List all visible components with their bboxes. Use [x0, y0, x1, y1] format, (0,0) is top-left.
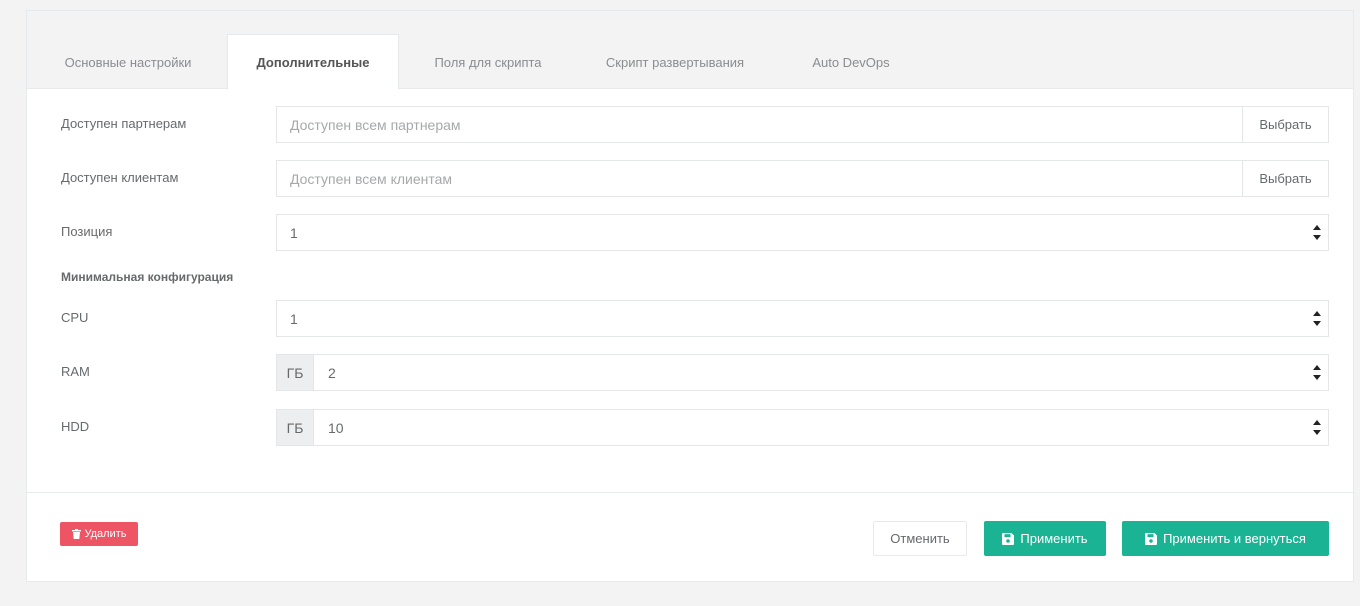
- hdd-label: HDD: [61, 419, 90, 434]
- clients-field[interactable]: Доступен всем клиентам Выбрать: [276, 160, 1329, 197]
- position-input[interactable]: 1: [276, 214, 1329, 251]
- clients-select-button[interactable]: Выбрать: [1242, 161, 1328, 196]
- partners-placeholder: Доступен всем партнерам: [290, 116, 461, 133]
- ram-unit: ГБ: [277, 355, 314, 390]
- cpu-label: CPU: [61, 310, 89, 325]
- cpu-value: 1: [290, 310, 298, 327]
- apply-and-return-button[interactable]: Применить и вернуться: [1122, 521, 1329, 556]
- trash-icon: [71, 529, 81, 539]
- clients-label: Доступен клиентам: [61, 170, 179, 185]
- ram-value: 2: [328, 364, 336, 381]
- tab-deploy-script[interactable]: Скрипт развертывания: [585, 34, 765, 90]
- ram-label: RAM: [61, 364, 90, 379]
- ram-stepper[interactable]: [1306, 355, 1328, 390]
- settings-card: Основные настройки Дополнительные Поля д…: [26, 10, 1354, 582]
- caret-down-icon[interactable]: [1313, 430, 1321, 435]
- apply-button[interactable]: Применить: [984, 521, 1106, 556]
- hdd-unit: ГБ: [277, 410, 314, 445]
- position-stepper[interactable]: [1306, 215, 1328, 250]
- apply-and-return-label: Применить и вернуться: [1163, 531, 1306, 546]
- position-value: 1: [290, 224, 298, 241]
- min-config-title: Минимальная конфигурация: [61, 270, 234, 284]
- hdd-value: 10: [328, 419, 344, 436]
- delete-button[interactable]: Удалить: [60, 522, 138, 546]
- cpu-stepper[interactable]: [1306, 301, 1328, 336]
- partners-label: Доступен партнерам: [61, 116, 187, 131]
- caret-up-icon[interactable]: [1313, 311, 1321, 316]
- hdd-input[interactable]: ГБ 10: [276, 409, 1329, 446]
- delete-label: Удалить: [84, 528, 127, 540]
- floppy-disk-icon: [1145, 532, 1158, 545]
- cpu-input[interactable]: 1: [276, 300, 1329, 337]
- cancel-button[interactable]: Отменить: [873, 521, 967, 556]
- caret-down-icon[interactable]: [1313, 235, 1321, 240]
- caret-up-icon[interactable]: [1313, 365, 1321, 370]
- caret-up-icon[interactable]: [1313, 420, 1321, 425]
- caret-down-icon[interactable]: [1313, 321, 1321, 326]
- footer-divider: [27, 492, 1353, 493]
- clients-placeholder: Доступен всем клиентам: [290, 170, 453, 187]
- partners-select-button[interactable]: Выбрать: [1242, 107, 1328, 142]
- position-label: Позиция: [61, 224, 113, 239]
- caret-up-icon[interactable]: [1313, 225, 1321, 230]
- tab-bar: Основные настройки Дополнительные Поля д…: [27, 11, 1353, 90]
- apply-label: Применить: [1020, 531, 1088, 546]
- tab-basic-settings[interactable]: Основные настройки: [53, 34, 203, 90]
- tab-auto-devops[interactable]: Auto DevOps: [797, 34, 905, 90]
- tab-additional[interactable]: Дополнительные: [227, 34, 399, 90]
- caret-down-icon[interactable]: [1313, 375, 1321, 380]
- hdd-stepper[interactable]: [1306, 410, 1328, 445]
- floppy-disk-icon: [1002, 532, 1015, 545]
- cancel-label: Отменить: [890, 531, 950, 546]
- tab-script-fields[interactable]: Поля для скрипта: [419, 34, 557, 90]
- partners-field[interactable]: Доступен всем партнерам Выбрать: [276, 106, 1329, 143]
- ram-input[interactable]: ГБ 2: [276, 354, 1329, 391]
